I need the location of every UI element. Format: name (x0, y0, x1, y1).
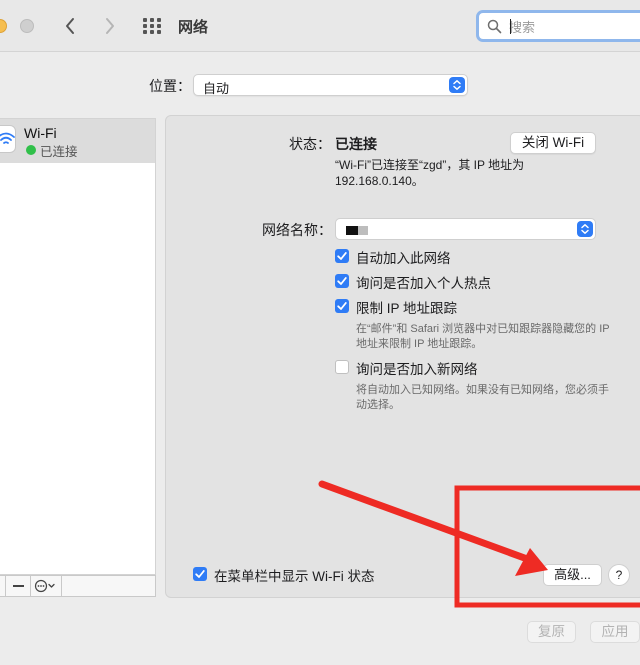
popup-arrows-icon (577, 221, 593, 237)
ask-hotspot-checkbox[interactable] (335, 274, 349, 288)
auto-join-label: 自动加入此网络 (356, 251, 451, 266)
title-bar: 网络 (0, 0, 640, 52)
forward-button[interactable] (98, 13, 122, 39)
auto-join-checkbox[interactable] (335, 249, 349, 263)
show-in-menubar-checkbox[interactable] (193, 567, 207, 581)
network-name-label: 网络名称： (262, 222, 332, 238)
location-label: 位置： (149, 78, 191, 94)
redacted-network-name-tail (358, 226, 368, 235)
help-button[interactable]: ? (608, 564, 630, 586)
text-caret (510, 19, 511, 34)
advanced-button[interactable]: 高级... (543, 564, 602, 586)
ask-new-network-label: 询问是否加入新网络 (356, 362, 478, 377)
window-title: 网络 (178, 19, 209, 36)
apply-button[interactable]: 应用 (590, 621, 640, 643)
location-value: 自动 (203, 81, 230, 96)
remove-service-button[interactable] (6, 576, 31, 596)
search-box[interactable] (476, 10, 640, 42)
action-menu-button[interactable] (31, 576, 62, 596)
sidebar-item-wifi[interactable]: Wi-Fi 已连接 (0, 119, 155, 163)
network-name-select[interactable] (335, 218, 596, 240)
ask-new-network-description: 将自动加入已知网络。如果没有已知网络，您必须手动选择。 (356, 384, 609, 411)
limit-ip-tracking-description: 在“邮件”和 Safari 浏览器中对已知跟踪器隐藏您的 IP 地址来限制 IP… (356, 323, 610, 350)
location-select[interactable]: 自动 (193, 74, 468, 96)
chevron-left-icon (66, 18, 74, 34)
network-service-list[interactable]: Wi-Fi 已连接 (0, 118, 156, 575)
status-label: 状态： (289, 136, 331, 152)
show-in-menubar-label: 在菜单栏中显示 Wi-Fi 状态 (214, 569, 375, 584)
revert-button[interactable]: 复原 (527, 621, 576, 643)
popup-arrows-icon (449, 77, 465, 93)
minus-icon (13, 585, 24, 587)
ask-hotspot-label: 询问是否加入个人热点 (356, 276, 491, 291)
status-value: 已连接 (335, 136, 377, 152)
search-input[interactable] (509, 17, 640, 37)
zoom-window-button[interactable] (20, 19, 34, 33)
sidebar-item-name: Wi-Fi (24, 125, 57, 141)
connected-status-dot (26, 145, 36, 155)
ellipsis-circle-icon (34, 579, 55, 593)
status-description: “Wi-Fi”已连接至“zgd”，其 IP 地址为 192.168.0.140。 (335, 158, 525, 188)
limit-ip-tracking-label: 限制 IP 地址跟踪 (356, 301, 458, 316)
back-button[interactable] (58, 13, 82, 39)
limit-ip-tracking-checkbox[interactable] (335, 299, 349, 313)
wifi-service-icon (0, 125, 16, 153)
sidebar-item-status: 已连接 (40, 145, 78, 159)
sidebar-toolbar (0, 575, 156, 597)
minimize-window-button[interactable] (0, 19, 7, 33)
wifi-icon (0, 132, 15, 144)
search-icon (487, 19, 502, 34)
ask-new-network-checkbox[interactable] (335, 360, 349, 374)
grid-icon (143, 18, 161, 34)
show-all-button[interactable] (142, 17, 162, 37)
turn-wifi-off-button[interactable]: 关闭 Wi-Fi (510, 132, 596, 154)
chevron-right-icon (106, 18, 114, 34)
redacted-network-name (346, 226, 358, 235)
